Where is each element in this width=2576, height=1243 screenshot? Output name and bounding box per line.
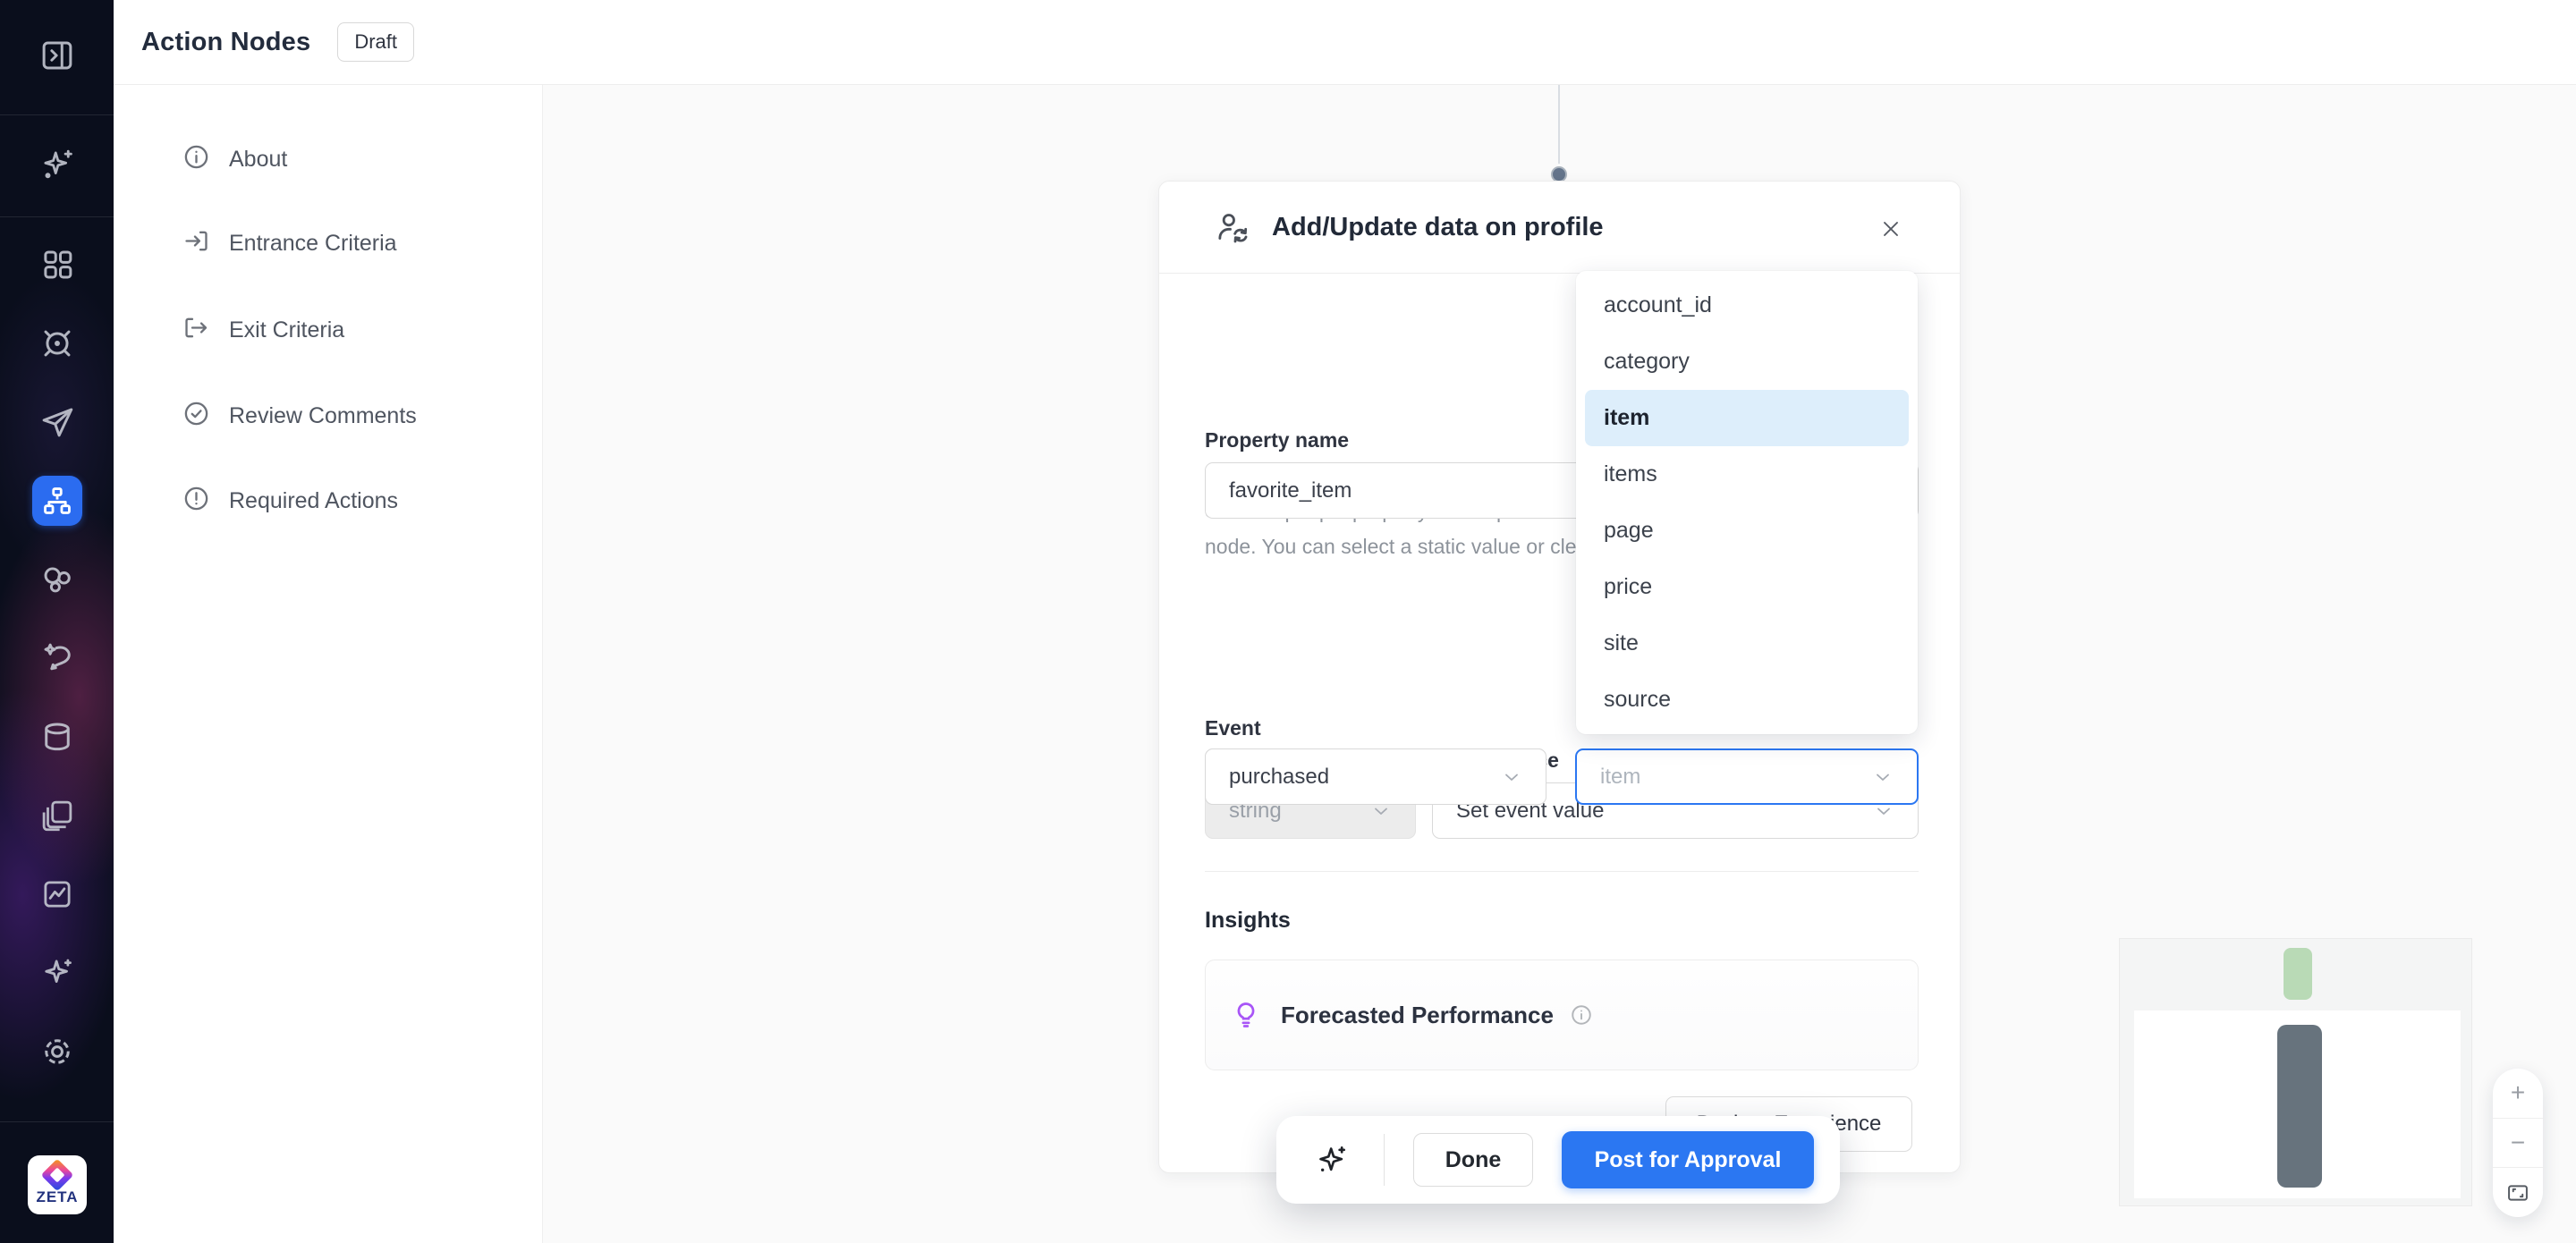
canvas-zoom-controls: + − [2493, 1069, 2543, 1217]
ai-sparkle-icon[interactable] [38, 146, 76, 183]
dropdown-option-items[interactable]: items [1576, 446, 1918, 503]
property-name-value: favorite_item [1229, 478, 1352, 503]
report-icon[interactable] [38, 875, 76, 913]
zeta-diamond-icon [41, 1159, 74, 1192]
minimap-node-dark [2277, 1025, 2322, 1188]
chevron-down-icon [1872, 766, 1894, 788]
rail-divider [0, 114, 114, 115]
segments-icon[interactable] [38, 561, 76, 598]
zoom-in-button[interactable]: + [2493, 1069, 2543, 1118]
modal-header: Add/Update data on profile [1159, 182, 1960, 274]
person-sync-icon [1215, 209, 1250, 245]
floating-toolbar: Done Post for Approval [1276, 1116, 1840, 1204]
fit-view-button[interactable] [2493, 1167, 2543, 1217]
sidebar-item-about[interactable]: About [114, 136, 543, 182]
app-root: Action Nodes Draft [0, 0, 2576, 1243]
modal-title: Add/Update data on profile [1272, 213, 1604, 242]
target-icon[interactable] [38, 325, 76, 362]
minimap[interactable] [2119, 938, 2472, 1206]
check-circle-icon [182, 400, 210, 432]
alert-circle-icon [182, 485, 210, 517]
event-select[interactable]: purchased [1205, 748, 1546, 805]
sidebar-item-required-actions[interactable]: Required Actions [114, 478, 543, 524]
dropdown-option-page[interactable]: page [1576, 503, 1918, 559]
lightbulb-icon [1231, 1000, 1261, 1030]
toolbar-divider [1384, 1134, 1385, 1186]
database-icon[interactable] [38, 718, 76, 756]
event-label: Event [1205, 716, 1261, 740]
zoom-out-button[interactable]: − [2493, 1118, 2543, 1168]
event-value: purchased [1229, 765, 1329, 790]
app-rail: ZETA [0, 0, 114, 1243]
exit-icon [182, 314, 210, 346]
zeta-logo[interactable]: ZETA [28, 1155, 87, 1214]
dropdown-option-source[interactable]: source [1576, 672, 1918, 728]
entrance-icon [182, 227, 210, 259]
sidebar-item-label: Required Actions [229, 488, 398, 514]
minimap-node-green [2284, 948, 2312, 1000]
forecasted-performance-card[interactable]: Forecasted Performance [1205, 960, 1919, 1070]
path-icon[interactable] [38, 639, 76, 677]
rail-divider [0, 1121, 114, 1122]
sparkle-icon[interactable] [38, 954, 76, 992]
dropdown-option-price[interactable]: price [1576, 559, 1918, 615]
top-header: Action Nodes Draft [114, 0, 2576, 85]
sidebar-item-label: About [229, 147, 287, 173]
send-icon[interactable] [38, 403, 76, 441]
post-for-approval-button[interactable]: Post for Approval [1562, 1131, 1814, 1188]
dropdown-option-account-id[interactable]: account_id [1576, 277, 1918, 334]
sidebar-item-label: Entrance Criteria [229, 231, 397, 257]
page-title: Action Nodes [141, 28, 310, 57]
dropdown-option-site[interactable]: site [1576, 615, 1918, 672]
settings-icon[interactable] [38, 1033, 76, 1070]
section-divider [1205, 871, 1919, 872]
node-connector-line [1558, 85, 1560, 168]
property-name-label: Property name [1205, 428, 1349, 452]
info-icon [182, 143, 210, 175]
ai-assist-icon[interactable] [1314, 1142, 1350, 1178]
sidebar-item-review-comments[interactable]: Review Comments [114, 393, 543, 439]
done-button[interactable]: Done [1413, 1133, 1533, 1187]
status-badge: Draft [337, 22, 414, 62]
sidebar-item-exit-criteria[interactable]: Exit Criteria [114, 307, 543, 353]
event-property-dropdown: account_id category item items page pric… [1576, 271, 1918, 734]
event-property-placeholder: item [1600, 765, 1640, 790]
sidebar-item-entrance-criteria[interactable]: Entrance Criteria [114, 220, 543, 266]
rail-divider [0, 216, 114, 217]
experience-sidebar: About Entrance Criteria Exit Criteria Re… [114, 85, 543, 1243]
journey-icon[interactable] [32, 476, 82, 526]
forecasted-performance-title: Forecasted Performance [1281, 1002, 1554, 1029]
close-icon[interactable] [1876, 214, 1906, 244]
dropdown-option-item[interactable]: item [1585, 390, 1909, 446]
insights-heading: Insights [1205, 908, 1291, 934]
zeta-wordmark: ZETA [36, 1188, 78, 1206]
chevron-down-icon [1501, 766, 1522, 788]
layers-icon[interactable] [38, 797, 76, 834]
event-property-select[interactable]: item [1575, 748, 1919, 805]
panel-collapse-icon[interactable] [38, 37, 76, 74]
dropdown-option-category[interactable]: category [1576, 334, 1918, 390]
sidebar-item-label: Review Comments [229, 403, 417, 429]
info-icon[interactable] [1570, 1003, 1593, 1027]
dashboard-icon[interactable] [38, 246, 76, 283]
sidebar-item-label: Exit Criteria [229, 317, 344, 343]
